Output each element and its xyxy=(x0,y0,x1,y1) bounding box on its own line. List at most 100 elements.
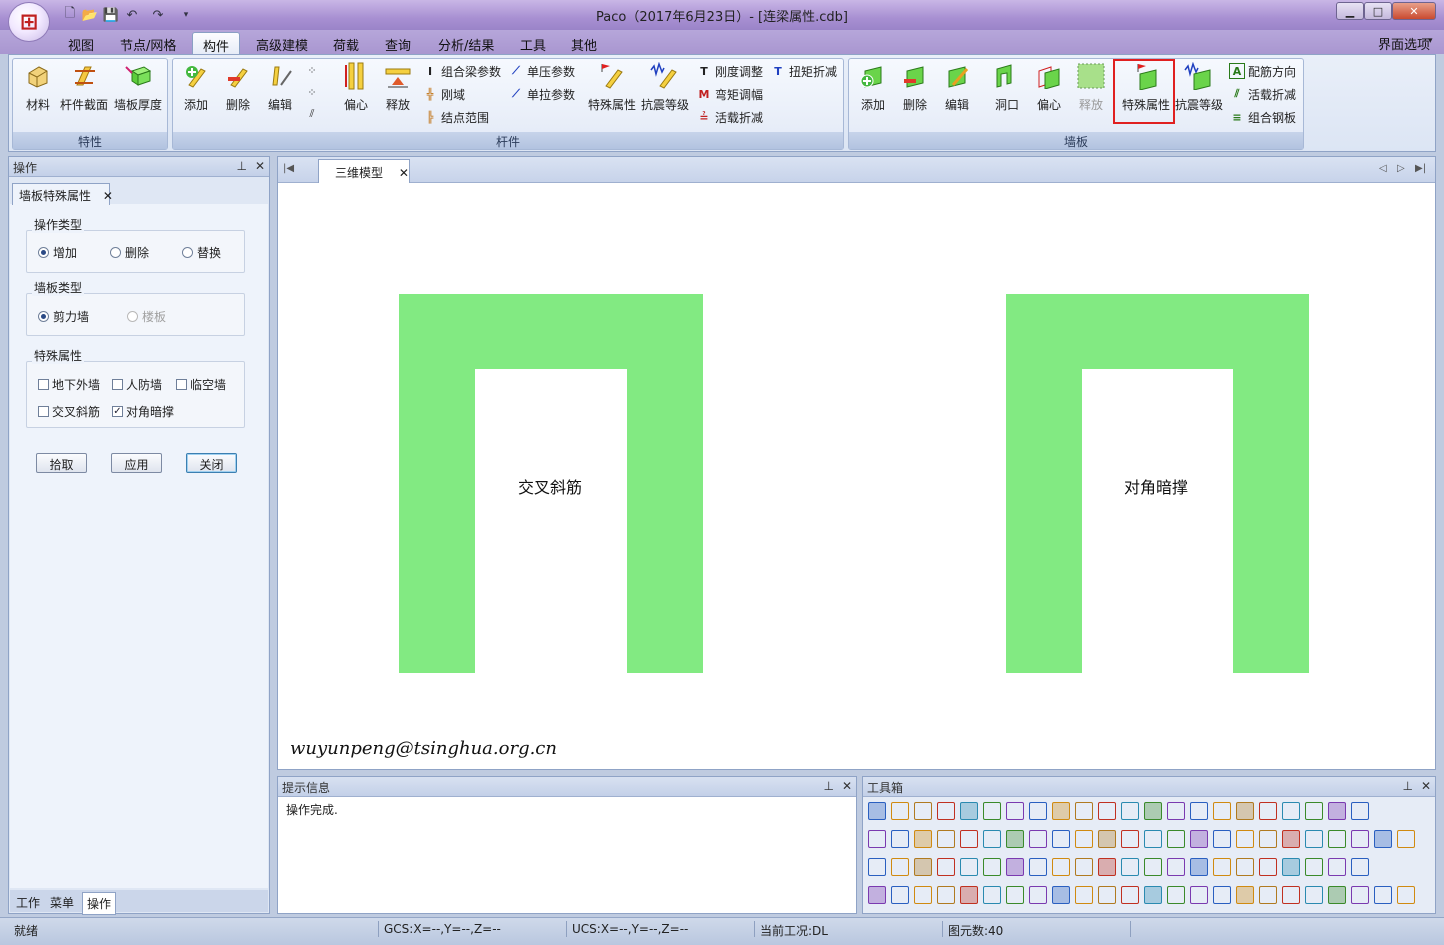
pick-button[interactable]: 拾取 xyxy=(36,453,87,473)
toolbox-tool-icon[interactable] xyxy=(868,830,886,848)
first-tab-icon[interactable]: |◀ xyxy=(283,163,294,174)
toolbox-tool-icon[interactable] xyxy=(1282,830,1300,848)
toolbox-tool-icon[interactable] xyxy=(1052,802,1070,820)
tab-analysis-results[interactable]: 分析/结果 xyxy=(428,32,504,54)
tab-advanced-modeling[interactable]: 高级建模 xyxy=(246,32,318,54)
tab-query[interactable]: 查询 xyxy=(375,32,421,54)
toolbox-tool-icon[interactable] xyxy=(960,830,978,848)
close-button[interactable]: ✕ xyxy=(1392,2,1436,20)
radio-shear-wall[interactable]: 剪力墙 xyxy=(38,308,89,325)
toolbox-tool-icon[interactable] xyxy=(1006,886,1024,904)
composite-steel-plate-button[interactable]: ≡ 组合钢板 xyxy=(1229,108,1296,126)
live-load-reduction-button[interactable]: ≟ 活载折减 xyxy=(696,108,763,126)
stiffness-adjust-button[interactable]: T 刚度调整 xyxy=(696,62,763,80)
toolbox-tool-icon[interactable] xyxy=(1259,830,1277,848)
toolbox-tool-icon[interactable] xyxy=(1213,802,1231,820)
toolbox-tool-icon[interactable] xyxy=(914,830,932,848)
minimize-button[interactable]: ▁ xyxy=(1336,2,1364,20)
toolbox-tool-icon[interactable] xyxy=(937,802,955,820)
maximize-button[interactable]: □ xyxy=(1364,2,1392,20)
tension-only-button[interactable]: ⟋ 单拉参数 xyxy=(508,85,575,103)
tab-other[interactable]: 其他 xyxy=(561,32,607,54)
toolbox-tool-icon[interactable] xyxy=(983,886,1001,904)
pin-icon[interactable]: ⊥ xyxy=(824,779,834,793)
toolbox-tool-icon[interactable] xyxy=(1328,886,1346,904)
wall-2-top[interactable] xyxy=(1006,294,1309,369)
toolbox-tool-icon[interactable] xyxy=(891,858,909,876)
toolbox-tool-icon[interactable] xyxy=(1213,886,1231,904)
toolbox-tool-icon[interactable] xyxy=(937,858,955,876)
app-menu-icon[interactable]: ⊞ xyxy=(8,2,50,42)
toolbox-tool-icon[interactable] xyxy=(1052,886,1070,904)
toolbox-tool-icon[interactable] xyxy=(891,830,909,848)
toolbox-tool-icon[interactable] xyxy=(1121,858,1139,876)
tab-work[interactable]: 工作 xyxy=(12,892,44,913)
toolbox-tool-icon[interactable] xyxy=(1098,802,1116,820)
apply-button[interactable]: 应用 xyxy=(111,453,162,473)
wall-seismic-grade-button[interactable]: 抗震等级 xyxy=(1175,62,1223,120)
toolbox-tool-icon[interactable] xyxy=(1190,858,1208,876)
toolbox-tool-icon[interactable] xyxy=(1282,886,1300,904)
toolbox-tool-icon[interactable] xyxy=(868,802,886,820)
tab-menu[interactable]: 菜单 xyxy=(46,892,78,913)
tab-3d-model[interactable]: 三维模型 ✕ xyxy=(318,159,410,183)
member-direction-icon[interactable]: ⫽ xyxy=(304,106,320,122)
toolbox-tool-icon[interactable] xyxy=(868,886,886,904)
toolbox-tool-icon[interactable] xyxy=(1075,802,1093,820)
rigid-zone-button[interactable]: ╬ 刚域 xyxy=(422,85,465,103)
toolbox-tool-icon[interactable] xyxy=(891,886,909,904)
wall-release-button[interactable]: 释放 xyxy=(1069,62,1113,120)
member-edit-button[interactable]: 编辑 xyxy=(258,62,302,120)
toolbox-tool-icon[interactable] xyxy=(1328,830,1346,848)
toolbox-tool-icon[interactable] xyxy=(1121,802,1139,820)
toolbox-tool-icon[interactable] xyxy=(1052,858,1070,876)
toolbox-tool-icon[interactable] xyxy=(1305,802,1323,820)
radio-slab[interactable]: 楼板 xyxy=(127,308,166,325)
check-free-wall[interactable]: 临空墙 xyxy=(176,376,226,393)
rebar-direction-button[interactable]: A 配筋方向 xyxy=(1229,62,1296,80)
toolbox-tool-icon[interactable] xyxy=(1006,802,1024,820)
node-split-icon[interactable]: ⁘ xyxy=(304,62,320,78)
radio-op-replace[interactable]: 替换 xyxy=(182,244,221,261)
toolbox-tool-icon[interactable] xyxy=(983,802,1001,820)
toolbox-tool-icon[interactable] xyxy=(1167,858,1185,876)
toolbox-tool-icon[interactable] xyxy=(1374,886,1392,904)
pin-icon[interactable]: ⊥ xyxy=(1403,779,1413,793)
toolbox-tool-icon[interactable] xyxy=(868,858,886,876)
toolbox-tool-icon[interactable] xyxy=(1029,858,1047,876)
toolbox-tool-icon[interactable] xyxy=(1075,858,1093,876)
check-diagonal-brace[interactable]: ✓ 对角暗撑 xyxy=(112,403,174,420)
toolbox-tool-icon[interactable] xyxy=(1121,830,1139,848)
check-cross-diagonal-rebar[interactable]: 交叉斜筋 xyxy=(38,403,100,420)
member-special-attr-button[interactable]: 特殊属性 xyxy=(588,62,636,120)
wall-edit-button[interactable]: 编辑 xyxy=(935,62,979,120)
tab-close-icon[interactable]: ✕ xyxy=(103,189,113,203)
panel-close-icon[interactable]: ✕ xyxy=(1421,779,1431,793)
toolbox-tool-icon[interactable] xyxy=(960,886,978,904)
toolbox-tool-icon[interactable] xyxy=(1282,858,1300,876)
tab-operation[interactable]: 操作 xyxy=(82,892,117,915)
wall-live-load-reduction-button[interactable]: ⫽ 活载折减 xyxy=(1229,85,1296,103)
toolbox-tool-icon[interactable] xyxy=(1259,802,1277,820)
node-range-button[interactable]: ╠ 结点范围 xyxy=(422,108,489,126)
toolbox-tool-icon[interactable] xyxy=(914,802,932,820)
toolbox-tool-icon[interactable] xyxy=(1190,886,1208,904)
toolbox-tool-icon[interactable] xyxy=(1052,830,1070,848)
radio-op-delete[interactable]: 删除 xyxy=(110,244,149,261)
torsion-reduction-button[interactable]: T 扭矩折减 xyxy=(770,62,837,80)
ui-options-menu[interactable]: 界面选项 xyxy=(1378,34,1430,53)
tab-wall-special-attr[interactable]: 墙板特殊属性 ✕ xyxy=(12,183,113,205)
toolbox-tool-icon[interactable] xyxy=(983,858,1001,876)
member-seismic-grade-button[interactable]: 抗震等级 xyxy=(641,62,689,120)
toolbox-tool-icon[interactable] xyxy=(1144,830,1162,848)
toolbox-tool-icon[interactable] xyxy=(1305,886,1323,904)
close-dialog-button[interactable]: 关闭 xyxy=(186,453,237,473)
tab-members[interactable]: 构件 xyxy=(192,32,241,55)
toolbox-tool-icon[interactable] xyxy=(1351,858,1369,876)
toolbox-tool-icon[interactable] xyxy=(1075,830,1093,848)
tab-close-icon[interactable]: ✕ xyxy=(399,166,409,180)
toolbox-tool-icon[interactable] xyxy=(1328,802,1346,820)
toolbox-tool-icon[interactable] xyxy=(1167,886,1185,904)
panel-close-icon[interactable]: ✕ xyxy=(255,159,265,173)
toolbox-tool-icon[interactable] xyxy=(1305,830,1323,848)
